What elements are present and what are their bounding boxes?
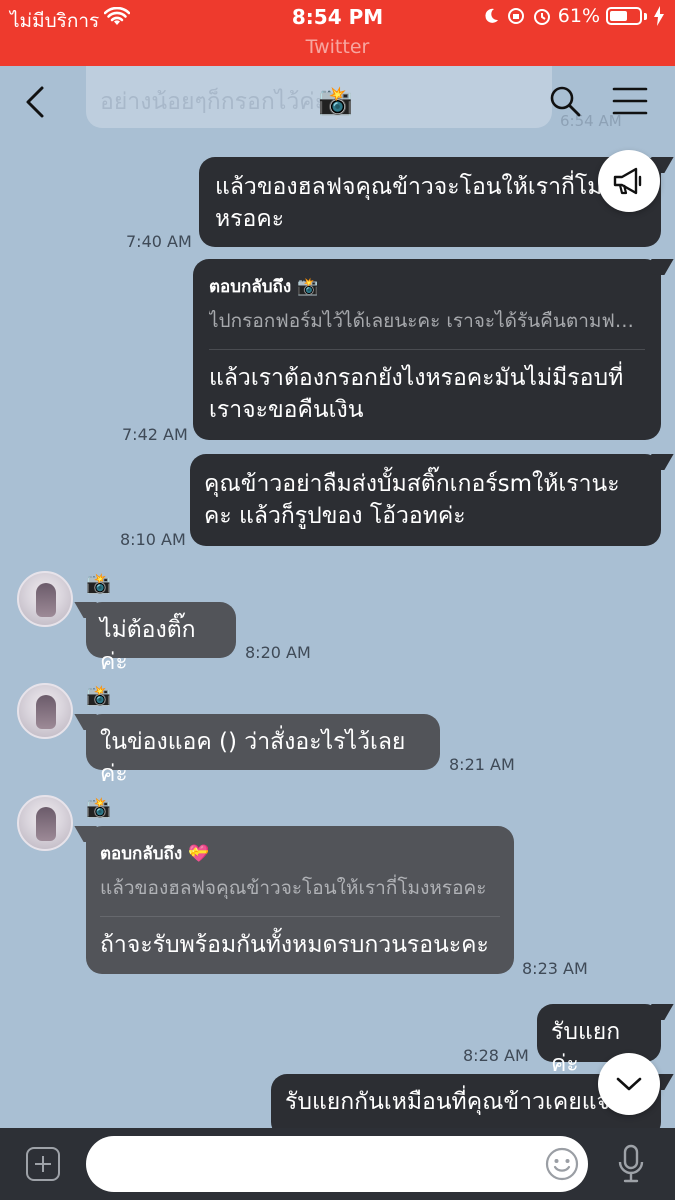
message-bubble[interactable]: ตอบกลับถึง 📸 ไปกรอกฟอร์มไว้ได้เลยนะคะ เร…: [193, 259, 661, 440]
camera-flash-icon: 📸: [318, 84, 353, 117]
alarm-icon: [533, 9, 550, 25]
chevron-down-icon: [616, 1077, 642, 1091]
message-time: 8:28 AM: [463, 1046, 529, 1065]
sender-name: 📸: [86, 571, 111, 595]
reply-divider: [209, 349, 645, 350]
message-text: ถ้าจะรับพร้อมกันทั้งหมดรบกวนรอนะคะ: [100, 932, 489, 958]
message-input[interactable]: [86, 1136, 588, 1192]
message-bubble[interactable]: คุณข้าวอย่าลืมส่งบั้มสติ๊กเกอร์smให้เราน…: [190, 454, 661, 546]
microphone-icon[interactable]: [616, 1144, 646, 1184]
battery-icon: [606, 7, 642, 25]
rotation-lock-icon: [507, 8, 524, 24]
reply-quote[interactable]: ไปกรอกฟอร์มไว้ได้เลยนะคะ เราจะได้รันคืนต…: [209, 305, 645, 337]
back-button[interactable]: [22, 84, 52, 120]
search-button[interactable]: [548, 84, 582, 118]
reply-quote[interactable]: แล้วของฮลฟจคุณข้าวจะโอนให้เรากี่โมงหรอคะ: [100, 872, 500, 904]
message-text: ในข่องแอค () ว่าสั่งอะไรไว้เลยค่ะ: [100, 729, 406, 787]
message-time: 7:40 AM: [126, 232, 192, 251]
sender-avatar[interactable]: [17, 683, 73, 739]
sender-name: 📸: [86, 683, 111, 707]
message-time: 8:21 AM: [449, 755, 515, 774]
announcement-button[interactable]: [598, 150, 660, 212]
battery-percent: 61%: [557, 5, 600, 27]
message-text: แล้วเราต้องกรอกยังไงหรอคะมันไม่มีรอบที่เ…: [209, 365, 624, 423]
sender-avatar[interactable]: [17, 795, 73, 851]
charging-bolt-icon: [654, 6, 664, 26]
message-time: 7:42 AM: [122, 425, 188, 444]
status-bar: ไม่มีบริการ 8:54 PM 61% Twitter: [0, 0, 675, 66]
reply-divider: [100, 916, 500, 917]
message-bubble[interactable]: ไม่ต้องติ๊กค่ะ: [86, 602, 236, 675]
moon-icon: [485, 8, 498, 23]
message-bubble[interactable]: ในข่องแอค () ว่าสั่งอะไรไว้เลยค่ะ: [86, 714, 440, 787]
return-to-app-label[interactable]: Twitter: [0, 36, 675, 58]
message-text: แล้วของฮลฟจคุณข้าวจะโอนให้เรากี่โมงหรอคะ: [215, 174, 614, 232]
previous-message-text: อย่างน้อยๆก็กรอกไว้ค่ะ: [100, 89, 327, 115]
scroll-to-bottom-button[interactable]: [598, 1053, 660, 1115]
message-bubble[interactable]: รับแยกค่ะ: [537, 1004, 661, 1077]
message-time: 8:10 AM: [120, 530, 186, 549]
emoji-icon[interactable]: [544, 1146, 580, 1182]
megaphone-icon: [613, 167, 642, 195]
message-text: ไม่ต้องติ๊กค่ะ: [100, 617, 196, 675]
message-bubble[interactable]: แล้วของฮลฟจคุณข้าวจะโอนให้เรากี่โมงหรอคะ: [199, 157, 661, 247]
message-time: 8:23 AM: [522, 959, 588, 978]
message-text: คุณข้าวอย่าลืมส่งบั้มสติ๊กเกอร์smให้เราน…: [204, 471, 620, 529]
sender-avatar[interactable]: [17, 571, 73, 627]
plus-icon[interactable]: [26, 1147, 60, 1181]
reply-label: ตอบกลับถึง 📸: [209, 277, 319, 297]
message-bubble[interactable]: ตอบกลับถึง 💝 แล้วของฮลฟจคุณข้าวจะโอนให้เ…: [86, 826, 514, 974]
reply-label: ตอบกลับถึง 💝: [100, 844, 210, 864]
sender-name: 📸: [86, 795, 111, 819]
message-time: 8:20 AM: [245, 643, 311, 662]
composer-bar: [0, 1128, 675, 1200]
menu-button[interactable]: [612, 86, 648, 116]
